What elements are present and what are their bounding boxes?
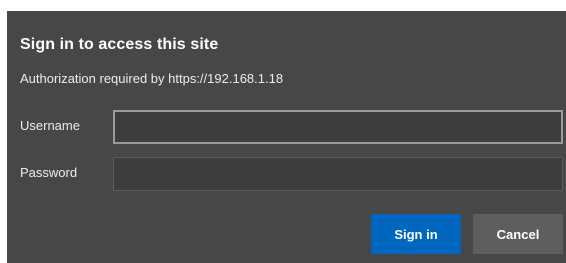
- password-label: Password: [20, 165, 78, 180]
- auth-dialog: Sign in to access this site Authorizatio…: [7, 11, 566, 263]
- dialog-title: Sign in to access this site: [20, 36, 219, 53]
- sign-in-button[interactable]: Sign in: [371, 214, 461, 254]
- dialog-subtitle: Authorization required by https://192.16…: [20, 71, 284, 86]
- username-label: Username: [20, 118, 80, 133]
- cancel-button[interactable]: Cancel: [473, 214, 563, 254]
- username-input[interactable]: [113, 110, 563, 144]
- password-input[interactable]: [113, 157, 563, 191]
